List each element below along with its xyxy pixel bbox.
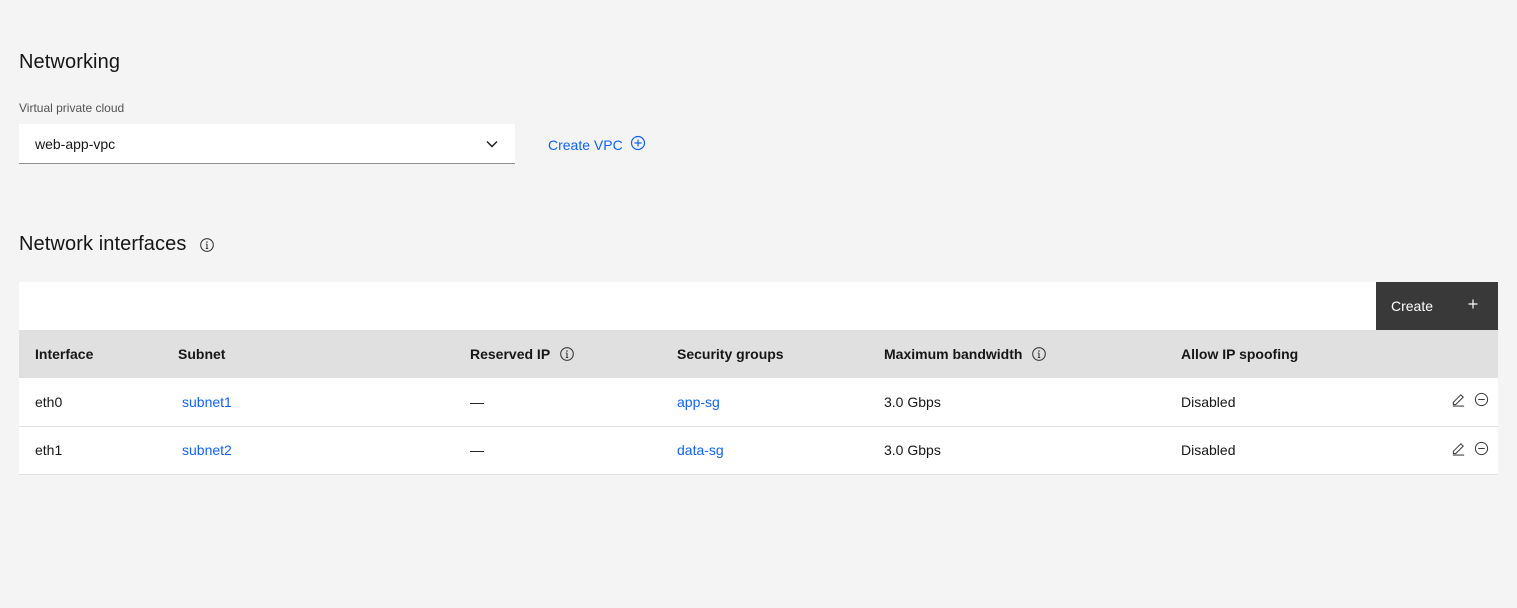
column-header-subnet: Subnet [178, 346, 226, 362]
cell-reserved-ip: — [470, 442, 484, 458]
column-header-security-groups: Security groups [677, 346, 784, 362]
info-icon[interactable] [1031, 346, 1047, 362]
create-vpc-label: Create VPC [548, 136, 623, 153]
edit-icon[interactable] [1451, 441, 1466, 456]
cell-interface: eth0 [35, 393, 63, 410]
security-group-link[interactable]: data-sg [677, 442, 724, 458]
cell-interface: eth1 [35, 442, 63, 458]
table-row: eth0 subnet1 — app-sg 3.0 Gbps Disabled [19, 378, 1498, 426]
vpc-select-value: web-app-vpc [35, 135, 116, 152]
chevron-down-icon [486, 140, 498, 148]
table-header-row: Interface Subnet Reserved IP Security gr… [19, 330, 1498, 378]
cell-bandwidth: 3.0 Gbps [884, 442, 941, 458]
cell-bandwidth: 3.0 Gbps [884, 393, 941, 410]
network-interfaces-title-text: Network interfaces [19, 233, 187, 255]
column-header-allow-ip-spoofing: Allow IP spoofing [1181, 346, 1299, 362]
subnet-link[interactable]: subnet2 [178, 442, 232, 458]
remove-icon[interactable] [1474, 441, 1489, 456]
table-row: eth1 subnet2 — data-sg 3.0 Gbps Disabled [19, 426, 1498, 474]
cell-reserved-ip: — [470, 393, 484, 410]
create-button-label: Create [1391, 298, 1434, 314]
remove-icon[interactable] [1474, 392, 1489, 407]
network-interfaces-title: Network interfaces [19, 233, 215, 256]
cell-ip-spoofing: Disabled [1181, 442, 1236, 458]
add-icon [1467, 298, 1479, 314]
create-interface-button[interactable]: Create [1376, 282, 1498, 330]
subnet-link[interactable]: subnet1 [178, 394, 232, 410]
network-interfaces-table: Create Interface Subnet Reserved IP Secu… [19, 282, 1498, 475]
column-header-maximum-bandwidth: Maximum bandwidth [868, 330, 1165, 378]
column-header-reserved-ip: Reserved IP [454, 330, 661, 378]
networking-title: Networking [19, 51, 121, 73]
cell-actions [1390, 378, 1498, 426]
column-header-actions [1390, 330, 1498, 378]
info-icon[interactable] [199, 237, 215, 253]
vpc-label: Virtual private cloud [19, 101, 125, 115]
edit-icon[interactable] [1451, 392, 1466, 407]
table-toolbar: Create [19, 282, 1498, 330]
vpc-select[interactable]: web-app-vpc [19, 124, 515, 164]
column-header-interface: Interface [35, 346, 94, 362]
info-icon[interactable] [559, 346, 575, 362]
cell-subnet: subnet2 [162, 426, 454, 474]
cell-security-group: data-sg [661, 426, 868, 474]
cell-subnet: subnet1 [162, 378, 454, 426]
add-circle-icon [630, 135, 646, 154]
cell-actions [1390, 426, 1498, 474]
security-group-link[interactable]: app-sg [677, 394, 720, 410]
cell-security-group: app-sg [661, 378, 868, 426]
page: Networking Virtual private cloud web-app… [0, 0, 1517, 608]
cell-ip-spoofing: Disabled [1181, 393, 1236, 410]
create-vpc-button[interactable]: Create VPC [548, 135, 646, 154]
